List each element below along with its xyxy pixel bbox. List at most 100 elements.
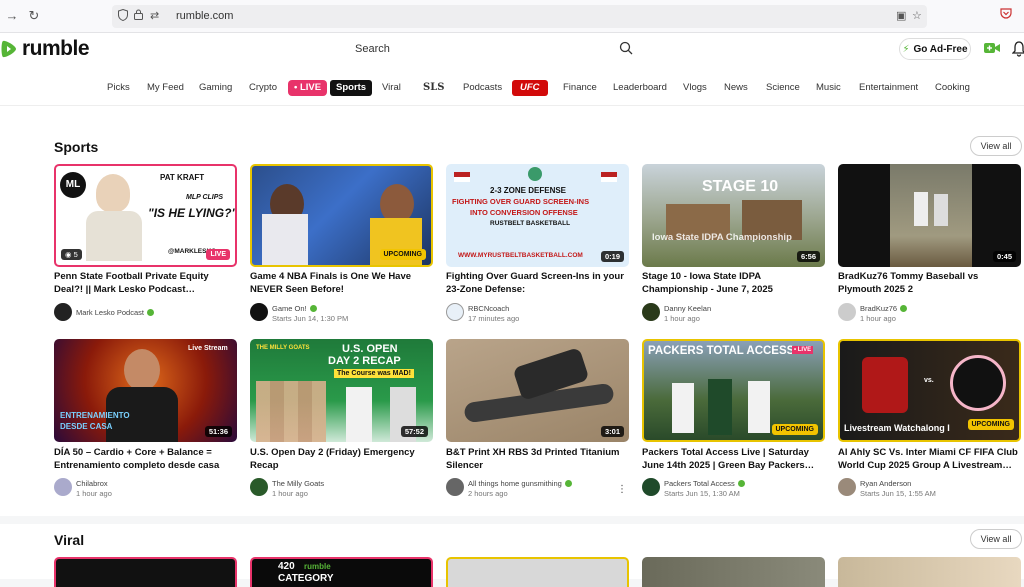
channel-avatar[interactable] — [642, 303, 660, 321]
channel-avatar[interactable] — [838, 478, 856, 496]
viral-view-all-button[interactable]: View all — [970, 529, 1022, 549]
channel-name[interactable]: Chilabrox — [76, 479, 108, 488]
forward-arrow-icon[interactable]: → — [4, 8, 20, 24]
video-title[interactable]: Fighting Over Guard Screen-Ins in your 2… — [446, 271, 629, 296]
thumb-text-title: PACKERS TOTAL ACCESS — [648, 345, 795, 357]
channel-name[interactable]: Danny Keelan — [664, 304, 711, 313]
video-title[interactable]: U.S. Open Day 2 (Friday) Emergency Recap — [250, 447, 433, 472]
channel-avatar[interactable] — [446, 478, 464, 496]
verified-icon — [564, 480, 572, 487]
notification-bell-icon[interactable] — [1012, 41, 1024, 57]
video-thumbnail[interactable]: 3:01 — [446, 339, 629, 442]
channel-name[interactable]: BradKuz76 — [860, 304, 908, 313]
category-crypto[interactable]: Crypto — [249, 80, 277, 96]
channel-name[interactable]: Packers Total Access — [664, 479, 745, 488]
view-count: ◉ 5 — [61, 249, 82, 260]
video-title[interactable]: Game 4 NBA Finals is One We Have NEVER S… — [250, 271, 433, 296]
url-text[interactable]: rumble.com — [176, 10, 233, 22]
channel-avatar[interactable] — [446, 303, 464, 321]
channel-avatar[interactable] — [838, 303, 856, 321]
video-thumbnail[interactable]: vs. Livestream Watchalong I UPCOMING — [838, 339, 1021, 442]
category-news[interactable]: News — [724, 80, 748, 96]
player-jersey-image — [262, 214, 308, 265]
video-meta: 1 hour ago — [664, 314, 700, 323]
category-leaderboard[interactable]: Leaderboard — [613, 80, 667, 96]
section-title-viral[interactable]: Viral — [54, 532, 84, 548]
category-vlogs[interactable]: Vlogs — [683, 80, 707, 96]
category-finance[interactable]: Finance — [563, 80, 597, 96]
video-thumbnail[interactable]: UPCOMING — [250, 164, 433, 267]
lock-icon[interactable] — [134, 9, 143, 24]
video-title[interactable]: DÍA 50 – Cardio + Core + Balance = Entre… — [54, 447, 237, 472]
rumble-logo[interactable]: rumble — [0, 37, 90, 61]
reload-icon[interactable]: ↻ — [26, 8, 42, 24]
channel-name[interactable]: Ryan Anderson — [860, 479, 911, 488]
category-picks[interactable]: Picks — [107, 80, 130, 96]
video-thumbnail[interactable]: 420 rumble CATEGORY — [250, 557, 433, 587]
search-icon[interactable] — [618, 40, 634, 56]
category-live[interactable]: • LIVE — [288, 80, 328, 96]
channel-avatar[interactable] — [250, 303, 268, 321]
video-thumbnail[interactable] — [446, 557, 629, 587]
video-title[interactable]: Packers Total Access Live | Saturday Jun… — [642, 447, 825, 472]
video-meta: 1 hour ago — [76, 489, 112, 498]
channel-name[interactable]: The Milly Goats — [272, 479, 324, 488]
channel-name[interactable]: All things home gunsmithing — [468, 479, 572, 488]
video-thumbnail[interactable] — [642, 557, 825, 587]
video-thumbnail[interactable]: Live Stream ENTRENAMIENTO DESDE CASA 51:… — [54, 339, 237, 442]
category-entertainment[interactable]: Entertainment — [859, 80, 918, 96]
video-title[interactable]: Stage 10 - Iowa State IDPA Championship … — [642, 271, 825, 296]
category-ufc[interactable]: UFC — [512, 80, 548, 96]
video-meta: 2 hours ago — [468, 489, 508, 498]
category-cooking[interactable]: Cooking — [935, 80, 970, 96]
go-ad-free-button[interactable]: ⚡ Go Ad-Free — [899, 38, 971, 60]
video-thumbnail[interactable]: 0:45 — [838, 164, 1021, 267]
versus-label: vs. — [924, 377, 934, 384]
permissions-icon[interactable]: ⇄ — [150, 9, 159, 23]
bookmark-star-icon[interactable]: ☆ — [912, 9, 922, 22]
video-thumbnail[interactable]: ML PAT KRAFT MLP CLIPS "IS HE LYING?" @M… — [54, 164, 237, 267]
video-thumbnail[interactable] — [54, 557, 237, 587]
sports-view-all-button[interactable]: View all — [970, 136, 1022, 156]
upload-video-icon[interactable] — [984, 42, 1000, 54]
category-gaming[interactable]: Gaming — [199, 80, 232, 96]
video-title[interactable]: Al Ahly SC Vs. Inter Miami CF FIFA Club … — [838, 447, 1021, 472]
video-thumbnail[interactable]: STAGE 10 Iowa State IDPA Championship 6:… — [642, 164, 825, 267]
category-sls[interactable]: SLS — [423, 80, 444, 96]
channel-avatar[interactable] — [54, 303, 72, 321]
video-thumbnail[interactable]: THE MILLY GOATS U.S. OPEN DAY 2 RECAP Th… — [250, 339, 433, 442]
pocket-icon[interactable] — [1000, 8, 1012, 22]
address-bar[interactable]: ⇄ rumble.com ▣ ☆ — [112, 5, 927, 28]
category-podcasts[interactable]: Podcasts — [463, 80, 502, 96]
category-my-feed[interactable]: My Feed — [147, 80, 184, 96]
video-title[interactable]: BradKuz76 Tommy Baseball vs Plymouth 202… — [838, 271, 1021, 296]
category-music[interactable]: Music — [816, 80, 841, 96]
search-input[interactable]: Search — [344, 36, 640, 62]
eye-icon: ◉ — [65, 250, 72, 259]
video-title[interactable]: Penn State Football Private Equity Deal?… — [54, 271, 237, 296]
category-science[interactable]: Science — [766, 80, 800, 96]
hosts-image — [256, 381, 326, 442]
video-meta: Starts Jun 15, 1:30 AM — [664, 489, 740, 498]
shield-icon[interactable] — [118, 8, 128, 25]
thumb-text-livestream: Livestream Watchalong I — [844, 423, 950, 433]
lightning-icon: ⚡ — [902, 43, 910, 55]
video-thumbnail[interactable]: PACKERS TOTAL ACCESS • LIVE UPCOMING — [642, 339, 825, 442]
section-title-sports[interactable]: Sports — [54, 139, 98, 155]
video-title[interactable]: B&T Print XH RBS 3d Printed Titanium Sil… — [446, 447, 629, 472]
video-thumbnail[interactable] — [838, 557, 1021, 587]
thumb-text-brand: THE MILLY GOATS — [256, 345, 310, 351]
category-viral[interactable]: Viral — [382, 80, 401, 96]
channel-name[interactable]: RBCNcoach — [468, 304, 509, 313]
channel-avatar[interactable] — [642, 478, 660, 496]
category-sports[interactable]: Sports — [330, 80, 373, 96]
video-duration: 51:36 — [204, 426, 232, 437]
channel-avatar[interactable] — [54, 478, 72, 496]
reader-view-icon[interactable]: ▣ — [896, 9, 906, 22]
video-thumbnail[interactable]: 2-3 ZONE DEFENSE FIGHTING OVER GUARD SCR… — [446, 164, 629, 267]
more-options-icon[interactable]: ⋮ — [617, 484, 627, 495]
channel-name[interactable]: Game On! — [272, 304, 317, 313]
channel-name[interactable]: Mark Lesko Podcast — [76, 308, 154, 317]
video-meta: 17 minutes ago — [468, 314, 520, 323]
channel-avatar[interactable] — [250, 478, 268, 496]
